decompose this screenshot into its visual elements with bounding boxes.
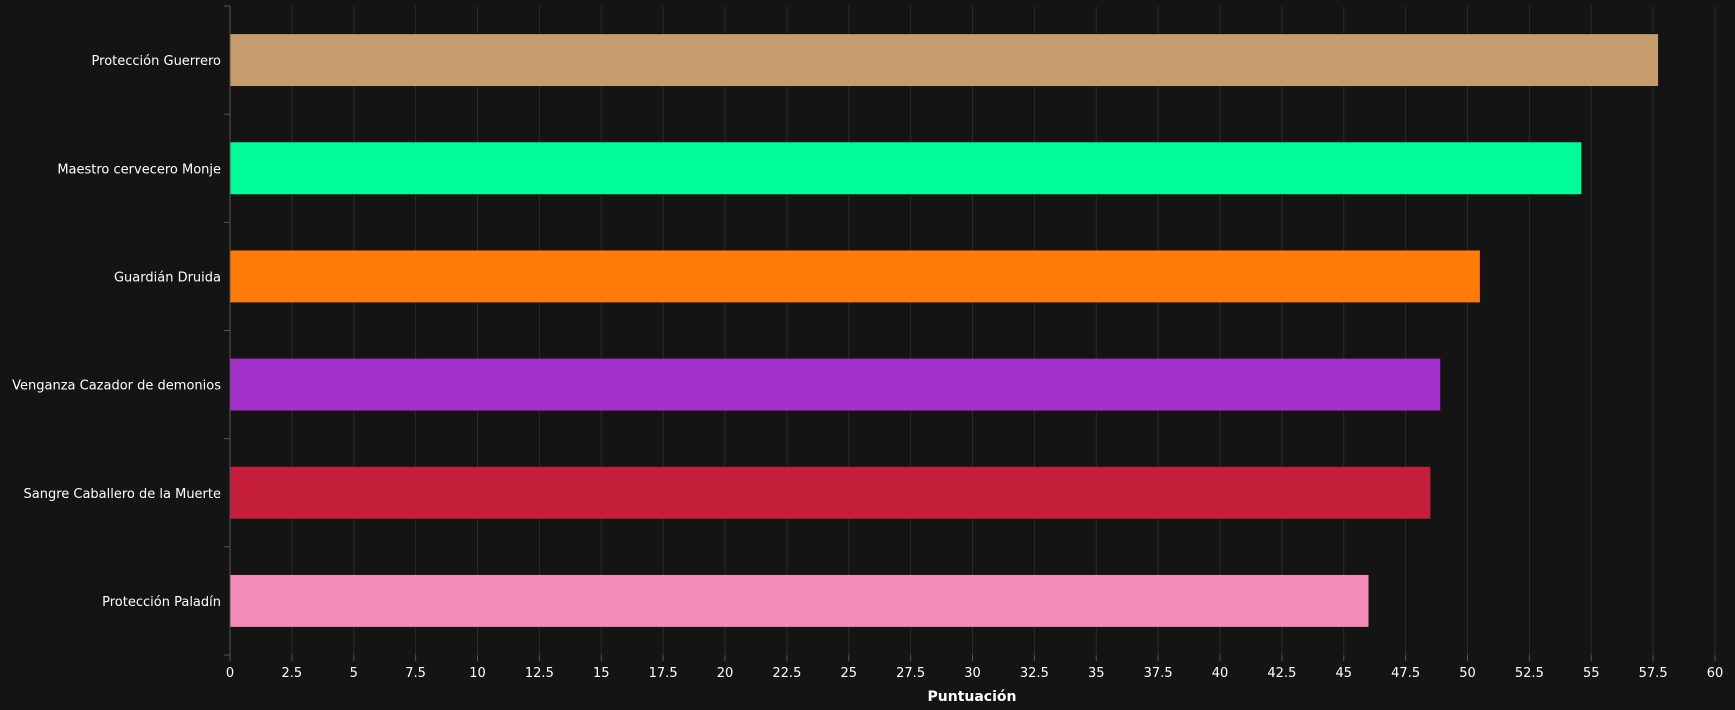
category-label: Maestro cervecero Monje [57, 162, 221, 177]
x-tick-label: 57.5 [1639, 666, 1668, 681]
x-tick-label: 45 [1335, 666, 1352, 681]
x-tick-label: 25 [840, 666, 857, 681]
x-tick-label: 42.5 [1267, 666, 1296, 681]
chart-container: Protección Guerrero Maestro cervecero Mon… [0, 0, 1735, 710]
x-tick-label: 52.5 [1515, 666, 1544, 681]
x-tick-label: 15 [593, 666, 610, 681]
x-tick-label: 17.5 [649, 666, 678, 681]
bar [230, 574, 1369, 627]
category-label: Protección Paladín [102, 595, 221, 610]
category-label: Sangre Caballero de la Muerte [23, 487, 221, 502]
x-tick-label: 20 [717, 666, 734, 681]
x-tick-label: 50 [1459, 666, 1476, 681]
bar [230, 466, 1431, 519]
x-tick-label: 0 [226, 666, 234, 681]
x-axis-title: Puntuación [928, 689, 1017, 705]
x-tick-labels: 0 2.5 5 7.5 10 12.5 15 17.5 20 22.5 25 27.5 30 32.5 35… [226, 666, 1723, 681]
x-tick-label: 47.5 [1391, 666, 1420, 681]
x-tick-label: 12.5 [525, 666, 554, 681]
bar [230, 358, 1441, 411]
x-tick-label: 32.5 [1020, 666, 1049, 681]
x-tick-label: 2.5 [282, 666, 303, 681]
x-tick-label: 10 [469, 666, 486, 681]
bar [230, 250, 1480, 303]
x-tick-label: 7.5 [405, 666, 426, 681]
category-labels: Protección Guerrero Maestro cervecero Mon… [12, 54, 221, 610]
category-label: Guardián Druida [114, 270, 221, 285]
x-tick-label: 27.5 [896, 666, 925, 681]
x-tick-label: 22.5 [772, 666, 801, 681]
bars [230, 34, 1659, 627]
grid-lines [229, 6, 1716, 655]
x-tick-label: 35 [1088, 666, 1105, 681]
bar [230, 142, 1582, 195]
x-tick-label: 40 [1212, 666, 1229, 681]
category-label: Protección Guerrero [92, 54, 221, 69]
category-label: Venganza Cazador de demonios [12, 379, 221, 394]
x-tick-label: 60 [1707, 666, 1724, 681]
x-tick-label: 5 [350, 666, 358, 681]
axes [224, 5, 1716, 661]
x-tick-label: 37.5 [1144, 666, 1173, 681]
bar-chart: Protección Guerrero Maestro cervecero Mon… [12, 5, 1723, 705]
x-tick-label: 55 [1583, 666, 1600, 681]
x-tick-label: 30 [964, 666, 981, 681]
bar [230, 34, 1659, 87]
